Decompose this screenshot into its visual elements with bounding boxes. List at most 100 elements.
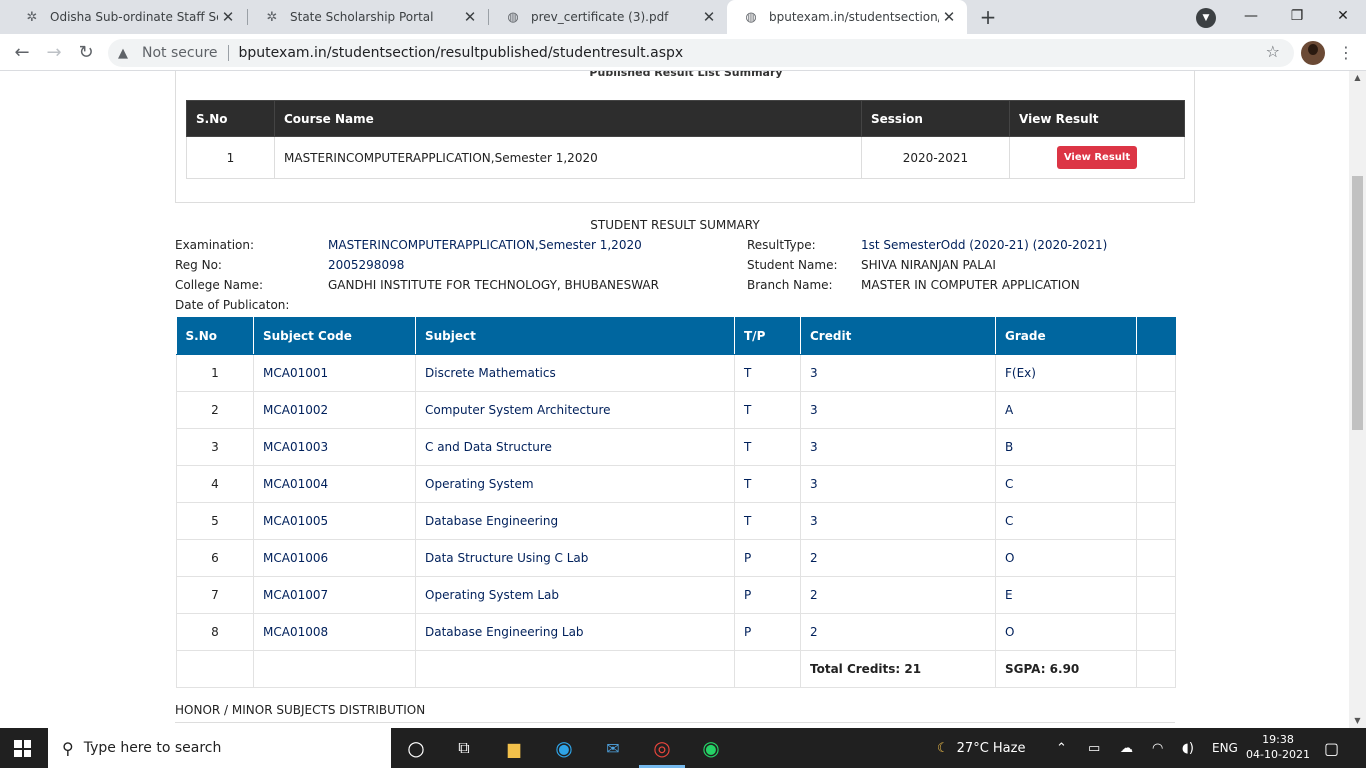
profile-avatar[interactable] bbox=[1301, 41, 1325, 65]
menu-icon[interactable]: ⋮ bbox=[1338, 40, 1354, 66]
cell-empty bbox=[176, 650, 254, 688]
edge-icon[interactable]: ◉ bbox=[551, 736, 577, 760]
grade-header-row: S.No Subject Code Subject T/P Credit Gra… bbox=[176, 317, 1176, 355]
wifi-icon[interactable]: ◠ bbox=[1152, 728, 1163, 768]
page-scrollbar[interactable]: ▲ ▼ bbox=[1349, 71, 1366, 728]
cell-grade: C bbox=[995, 502, 1137, 540]
taskbar-search[interactable]: ⚲ Type here to search bbox=[48, 728, 391, 768]
forward-icon[interactable]: → bbox=[41, 40, 67, 66]
url-text[interactable]: bputexam.in/studentsection/resultpublish… bbox=[239, 45, 684, 61]
close-icon[interactable]: ✕ bbox=[699, 8, 719, 26]
cell-session: 2020-2021 bbox=[861, 136, 1010, 179]
col-credit: Credit bbox=[800, 317, 996, 355]
restore-icon[interactable]: ❐ bbox=[1274, 0, 1320, 34]
language-indicator[interactable]: ENG bbox=[1212, 728, 1238, 768]
search-placeholder[interactable]: Type here to search bbox=[84, 740, 222, 756]
student-label: Student Name: bbox=[747, 258, 838, 272]
cell-grade: O bbox=[995, 613, 1137, 651]
cell-code: MCA01001 bbox=[253, 354, 416, 392]
cell-empty bbox=[1136, 650, 1176, 688]
scroll-thumb[interactable] bbox=[1352, 176, 1363, 430]
cell-sno: 1 bbox=[176, 354, 254, 392]
cell-grade: O bbox=[995, 539, 1137, 577]
table-row: 2 MCA01002 Computer System Architecture … bbox=[176, 391, 1176, 429]
published-heading: Published Result List Summary bbox=[589, 71, 783, 79]
info-values-left: MASTERINCOMPUTERAPPLICATION,Semester 1,2… bbox=[328, 235, 659, 295]
date: 04-10-2021 bbox=[1246, 748, 1310, 761]
window-close-icon[interactable]: ✕ bbox=[1320, 0, 1366, 34]
battery-icon[interactable]: ▭ bbox=[1088, 728, 1100, 768]
weather-text: 27°C Haze bbox=[956, 740, 1026, 756]
table-header-row: S.No Course Name Session View Result bbox=[186, 100, 1185, 137]
volume-icon[interactable]: ◖) bbox=[1182, 728, 1194, 768]
cell-credit: 3 bbox=[800, 428, 996, 466]
divider bbox=[227, 45, 229, 61]
security-label[interactable]: Not secure bbox=[142, 45, 218, 61]
tab-scholarship[interactable]: ✲ State Scholarship Portal ✕ bbox=[248, 0, 488, 34]
tab-osssc[interactable]: ✲ Odisha Sub-ordinate Staff Selecti ✕ bbox=[8, 0, 246, 34]
cell-grade: A bbox=[995, 391, 1137, 429]
cell-subject: Operating System bbox=[415, 465, 735, 503]
back-icon[interactable]: ← bbox=[9, 40, 35, 66]
cell-credit: 2 bbox=[800, 576, 996, 614]
examination-label: Examination: bbox=[175, 238, 255, 252]
cell-view: View Result bbox=[1009, 136, 1185, 179]
tray-chevron-icon[interactable]: ⌃ bbox=[1056, 728, 1067, 768]
scroll-down-icon[interactable]: ▼ bbox=[1349, 714, 1366, 728]
tab-bputexam[interactable]: ◍ bputexam.in/studentsection/resu ✕ bbox=[727, 0, 967, 34]
clock[interactable]: 19:38 04-10-2021 bbox=[1246, 732, 1310, 762]
bookmark-star-icon[interactable]: ☆ bbox=[1266, 42, 1280, 61]
cell-subject: Data Structure Using C Lab bbox=[415, 539, 735, 577]
tab-title: Odisha Sub-ordinate Staff Selecti bbox=[50, 10, 218, 24]
minimize-icon[interactable]: — bbox=[1228, 0, 1274, 34]
cell-subject: Operating System Lab bbox=[415, 576, 735, 614]
warning-icon[interactable]: ▲ bbox=[118, 46, 134, 61]
cortana-icon[interactable]: ○ bbox=[403, 736, 429, 760]
cell-sno: 6 bbox=[176, 539, 254, 577]
cell-sno: 2 bbox=[176, 391, 254, 429]
cell-code: MCA01002 bbox=[253, 391, 416, 429]
totals-row: Total Credits: 21 SGPA: 6.90 bbox=[176, 650, 1176, 688]
table-row: 5 MCA01005 Database Engineering T 3 C bbox=[176, 502, 1176, 540]
col-extra bbox=[1136, 317, 1176, 355]
cell-sno: 8 bbox=[176, 613, 254, 651]
tab-strip: ✲ Odisha Sub-ordinate Staff Selecti ✕ ✲ … bbox=[0, 0, 1366, 34]
tab-search-icon[interactable]: ▼ bbox=[1196, 8, 1216, 28]
branch-value: MASTER IN COMPUTER APPLICATION bbox=[861, 278, 1080, 292]
info-labels-right: ResultType: Student Name: Branch Name: bbox=[747, 235, 838, 295]
cell-sno: 5 bbox=[176, 502, 254, 540]
col-sno: S.No bbox=[186, 100, 275, 137]
regno-label: Reg No: bbox=[175, 258, 222, 272]
cell-grade: E bbox=[995, 576, 1137, 614]
view-result-button[interactable]: View Result bbox=[1056, 146, 1138, 169]
examination-value: MASTERINCOMPUTERAPPLICATION,Semester 1,2… bbox=[328, 238, 642, 252]
cell-grade: F(Ex) bbox=[995, 354, 1137, 392]
scroll-up-icon[interactable]: ▲ bbox=[1349, 71, 1366, 85]
file-explorer-icon[interactable]: ▆ bbox=[501, 736, 527, 760]
osssc-icon: ✲ bbox=[26, 9, 38, 25]
task-view-icon[interactable]: ⧉ bbox=[451, 736, 477, 760]
mail-icon[interactable]: ✉ bbox=[600, 736, 626, 760]
cell-subject: Database Engineering Lab bbox=[415, 613, 735, 651]
col-subject-code: Subject Code bbox=[253, 317, 416, 355]
windows-start-icon[interactable] bbox=[14, 740, 31, 757]
new-tab-button[interactable]: + bbox=[976, 4, 1000, 30]
cell-credit: 2 bbox=[800, 539, 996, 577]
tab-pdf[interactable]: ◍ prev_certificate (3).pdf ✕ bbox=[489, 0, 727, 34]
close-icon[interactable]: ✕ bbox=[460, 8, 480, 26]
network-icon[interactable]: ☁ bbox=[1120, 728, 1133, 768]
weather[interactable]: ☾ 27°C Haze bbox=[937, 728, 1025, 768]
whatsapp-icon[interactable]: ◉ bbox=[698, 736, 724, 760]
tab-title: bputexam.in/studentsection/resu bbox=[769, 10, 939, 24]
cell-grade: B bbox=[995, 428, 1137, 466]
col-view: View Result bbox=[1009, 100, 1185, 137]
cell-credit: 3 bbox=[800, 502, 996, 540]
reload-icon[interactable]: ↻ bbox=[73, 40, 99, 66]
address-bar[interactable]: ▲ Not secure bputexam.in/studentsection/… bbox=[108, 39, 1294, 67]
notifications-icon[interactable]: ▢ bbox=[1324, 728, 1339, 768]
close-icon[interactable]: ✕ bbox=[218, 8, 238, 26]
chrome-icon[interactable]: ◎ bbox=[649, 736, 675, 760]
cell-credit: 3 bbox=[800, 391, 996, 429]
close-icon[interactable]: ✕ bbox=[939, 8, 959, 26]
cell-tp: T bbox=[734, 391, 801, 429]
